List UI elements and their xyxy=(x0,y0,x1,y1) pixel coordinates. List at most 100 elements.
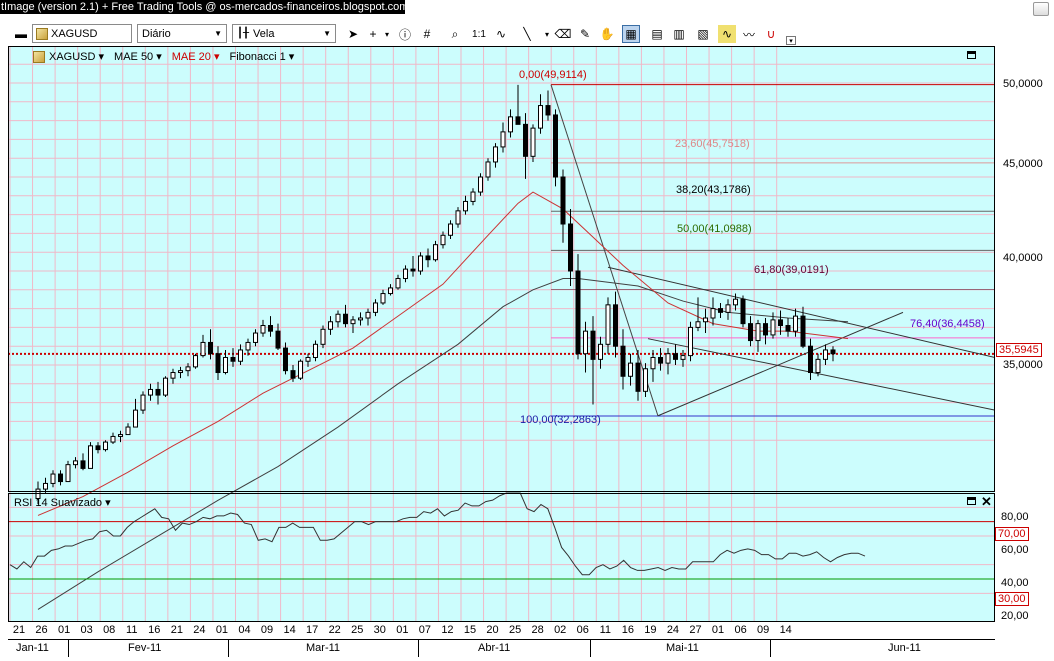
legend-symbol-icon xyxy=(33,50,45,63)
crosshair-dropdown-icon[interactable]: ▾ xyxy=(378,25,396,43)
candle-body xyxy=(748,323,753,342)
date-tick: 09 xyxy=(757,624,770,636)
y-tick-50: 50,0000 xyxy=(1003,78,1043,90)
candle xyxy=(628,353,633,386)
symbol-field[interactable]: XAGUSD xyxy=(32,24,132,43)
candle xyxy=(403,265,408,283)
rsi-overbought-badge: 70,00 xyxy=(995,527,1029,541)
candle-body xyxy=(508,116,513,133)
candle xyxy=(538,94,543,134)
trendline-lower xyxy=(647,338,995,411)
candle xyxy=(590,316,596,405)
candle-body xyxy=(43,482,48,490)
line-tool-icon[interactable]: ╲ xyxy=(518,25,536,43)
candle-body xyxy=(298,360,303,379)
toolbar-overflow-icon[interactable]: ▾ xyxy=(786,36,796,45)
eraser-icon[interactable]: ⌫ xyxy=(554,25,572,43)
candle xyxy=(748,316,753,347)
date-axis[interactable]: 21 26 01 03 08 11 16 21 24 01 04 09 14 17 22 25 30 01 07 12… xyxy=(8,622,995,659)
timeframe-select[interactable]: Diário ▼ xyxy=(137,24,227,43)
date-tick: 22 xyxy=(328,624,341,636)
candle-body xyxy=(155,388,161,396)
candle-body xyxy=(163,377,168,396)
cursor-icon[interactable]: ➤ xyxy=(344,25,362,43)
wave-icon[interactable]: 〰 xyxy=(740,25,758,43)
legend-mae50[interactable]: MAE 50 ▾ xyxy=(114,50,162,63)
candle xyxy=(95,442,101,454)
candle-body xyxy=(110,435,116,443)
legend-mae20[interactable]: MAE 20 ▾ xyxy=(172,50,220,63)
legend-symbol[interactable]: XAGUSD ▾ xyxy=(49,50,104,63)
candle xyxy=(440,231,446,249)
candle xyxy=(43,477,48,493)
month-label: Mai-11 xyxy=(666,642,699,654)
date-tick: 01 xyxy=(711,624,725,636)
candle xyxy=(478,173,483,196)
indicator-b-icon[interactable]: ▥ xyxy=(670,25,688,43)
candle-body xyxy=(350,319,356,325)
rsi-panel-close-button[interactable]: ✕ xyxy=(981,494,992,510)
candle xyxy=(395,274,401,290)
legend-fibonacci[interactable]: Fibonacci 1 ▾ xyxy=(229,50,294,63)
oscillator-icon[interactable]: ∿ xyxy=(718,25,736,43)
candle-body xyxy=(95,445,101,451)
pencil-icon[interactable]: ✎ xyxy=(576,25,594,43)
price-panel-maximize-button[interactable] xyxy=(967,51,976,59)
candle xyxy=(605,297,611,354)
chart-menu-icon[interactable]: ▬ xyxy=(12,25,30,43)
chart-style-select[interactable]: ┃╂ Vela ▼ xyxy=(232,24,336,43)
candle-body xyxy=(815,358,821,374)
candle xyxy=(815,353,821,377)
window-restore-button[interactable] xyxy=(1033,2,1049,16)
zoom-reset-icon[interactable]: 1:1 xyxy=(470,25,488,43)
candle-body xyxy=(260,325,266,334)
candle xyxy=(545,90,551,121)
candle xyxy=(410,255,416,277)
rsi-panel-maximize-button[interactable] xyxy=(967,497,976,505)
candle xyxy=(230,348,236,367)
candle-body xyxy=(755,323,761,342)
indicator-a-icon[interactable]: ▤ xyxy=(648,25,666,43)
wave-tool-icon[interactable]: ∿ xyxy=(492,25,510,43)
zoom-icon[interactable]: ⌕ xyxy=(446,25,464,43)
candle xyxy=(65,460,71,483)
grid-icon[interactable]: # xyxy=(418,25,436,43)
candle xyxy=(463,195,468,215)
candle-body xyxy=(500,131,506,148)
date-tick: 09 xyxy=(260,624,274,636)
date-tick: 27 xyxy=(689,624,702,636)
date-tick: 25 xyxy=(351,624,364,636)
info-icon[interactable]: ⓘ xyxy=(396,25,414,43)
symbol-icon xyxy=(36,27,48,40)
date-tick: 20 xyxy=(486,624,499,636)
candle xyxy=(373,299,378,317)
candle-body xyxy=(605,304,611,345)
candle xyxy=(680,349,686,367)
date-tick: 14 xyxy=(283,624,296,636)
candle-body xyxy=(380,293,386,304)
candle xyxy=(425,248,431,268)
candle xyxy=(313,340,318,362)
candle xyxy=(103,440,108,452)
hand-icon[interactable]: ✋ xyxy=(598,25,616,43)
date-tick: 21 xyxy=(12,624,26,636)
candle-body xyxy=(665,353,671,364)
date-tick: 16 xyxy=(621,624,634,636)
candle-body xyxy=(433,244,438,261)
magnet-grid-icon[interactable]: ▦ xyxy=(622,25,640,43)
candle xyxy=(193,353,198,369)
candle-body xyxy=(358,317,363,321)
candle xyxy=(320,325,326,349)
plot-area[interactable] xyxy=(8,46,995,622)
indicator-c-icon[interactable]: ▧ xyxy=(694,25,712,43)
candle-body xyxy=(223,356,228,374)
rsi-legend[interactable]: RSI 14 Suavizado ▾ xyxy=(14,496,111,509)
candle xyxy=(163,376,168,397)
candle-body xyxy=(253,332,258,343)
plot-canvas[interactable] xyxy=(8,46,995,622)
magnet-icon[interactable]: ∪ xyxy=(762,25,780,43)
price-axis[interactable]: 50,0000 45,0000 40,0000 35,0000 35,5945 … xyxy=(995,46,1054,622)
current-price-badge: 35,5945 xyxy=(996,343,1042,357)
candle-body xyxy=(335,313,341,323)
month-label: Mar-11 xyxy=(306,642,341,654)
